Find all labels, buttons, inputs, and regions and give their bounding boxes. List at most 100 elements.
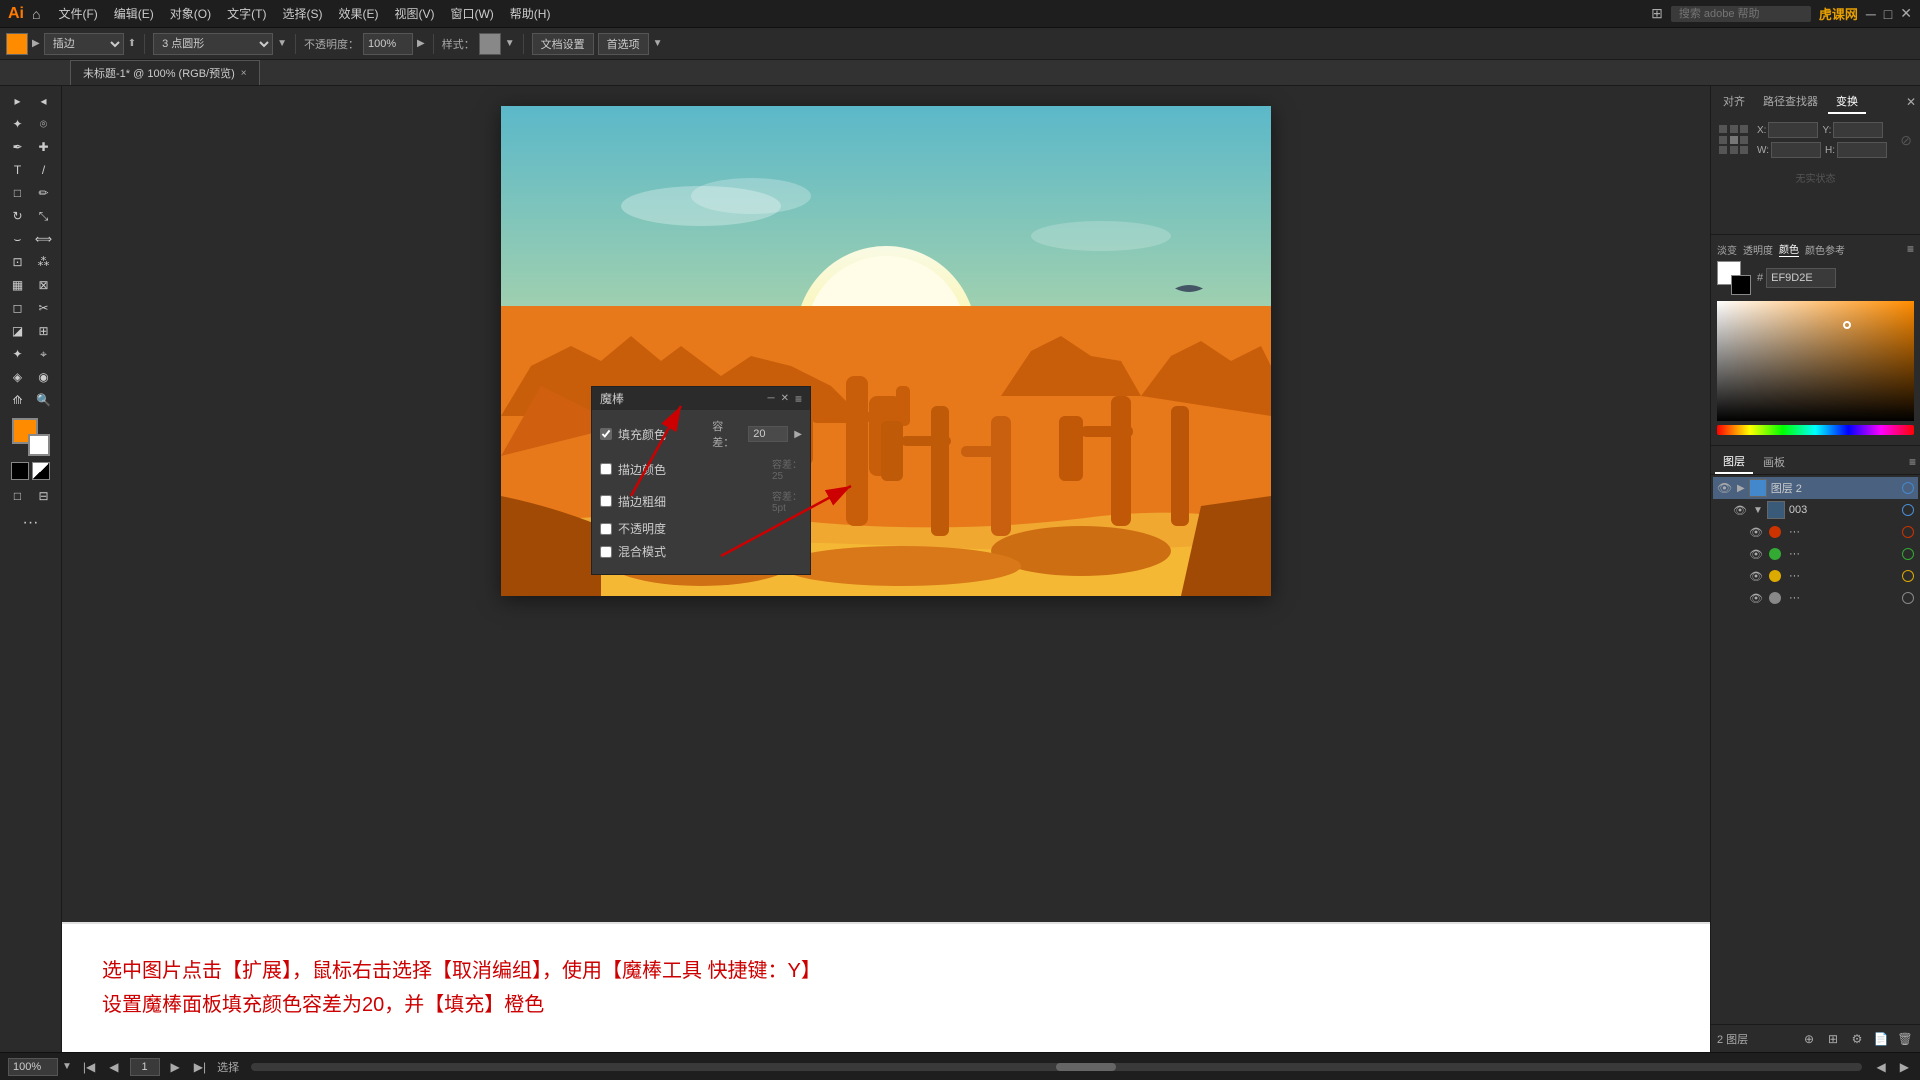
panel-close-right-icon[interactable]: ✕	[1906, 95, 1916, 109]
color-panel-menu-icon[interactable]: ≡	[1907, 242, 1914, 256]
minimize-icon[interactable]: ─	[1866, 6, 1876, 22]
layer-2-expand-icon[interactable]: ▶	[1737, 483, 1745, 494]
preferences-button[interactable]: 首选项	[598, 33, 649, 55]
tab-artboards[interactable]: 画板	[1755, 451, 1793, 473]
slice-tool[interactable]: ⊠	[31, 274, 56, 296]
panel-menu-icon[interactable]: ≡	[795, 392, 802, 406]
pen-tool[interactable]: ✒	[5, 136, 30, 158]
direct-select-tool[interactable]: ◂	[31, 90, 56, 112]
delete-layer-icon[interactable]: 🗑	[1896, 1030, 1914, 1048]
zoom-tool[interactable]: 🔍	[31, 389, 56, 411]
blend-checkbox[interactable]	[600, 546, 612, 558]
stroke-color-checkbox[interactable]	[600, 463, 612, 475]
scissors-tool[interactable]: ✂	[31, 297, 56, 319]
layer-003-eye-icon[interactable]: 👁	[1733, 504, 1749, 517]
zoom-input[interactable]	[8, 1058, 58, 1076]
menu-view[interactable]: 视图(V)	[388, 3, 440, 24]
close-icon[interactable]: ✕	[1900, 5, 1912, 22]
layers-menu-icon[interactable]: ≡	[1909, 455, 1916, 469]
background-color[interactable]	[28, 434, 50, 456]
eyedropper-tool[interactable]: ✦	[5, 343, 30, 365]
stroke-width-checkbox[interactable]	[600, 495, 612, 507]
mode-arrow[interactable]: ⬆	[128, 38, 136, 49]
menu-select[interactable]: 选择(S)	[276, 3, 328, 24]
eraser-tool[interactable]: ◻	[5, 297, 30, 319]
panel-close-button[interactable]: ✕	[781, 393, 789, 404]
color-picker-gradient[interactable]	[1717, 301, 1914, 421]
maximize-icon[interactable]: □	[1884, 6, 1892, 22]
prev-page-button[interactable]: ◀	[106, 1060, 121, 1074]
brush-arrow[interactable]: ▼	[277, 38, 287, 49]
opacity-arrow[interactable]: ▶	[417, 38, 425, 49]
perspective-tool[interactable]: ⟰	[5, 389, 30, 411]
gradient-tool[interactable]: ◪	[5, 320, 30, 342]
fill-tolerance-arrow[interactable]: ▶	[794, 429, 802, 440]
scroll-left-button[interactable]: ◀	[1874, 1060, 1889, 1074]
swap-colors-icon[interactable]	[32, 462, 50, 480]
rect-tool[interactable]: □	[5, 182, 30, 204]
hue-slider[interactable]	[1717, 425, 1914, 435]
panel-titlebar[interactable]: 魔棒 ─ ✕ ≡	[592, 387, 810, 410]
layer-2-eye-icon[interactable]: 👁	[1717, 481, 1733, 495]
symbol-spray-tool[interactable]: ⁂	[31, 251, 56, 273]
fill-tolerance-input[interactable]	[748, 426, 788, 442]
menu-help[interactable]: 帮助(H)	[504, 3, 557, 24]
live-paint-tool[interactable]: ◉	[31, 366, 56, 388]
menu-effect[interactable]: 效果(E)	[332, 3, 384, 24]
sublayer-yellow-eye[interactable]: 👁	[1749, 570, 1765, 583]
layer-find-icon[interactable]: ⊞	[1824, 1030, 1842, 1048]
menu-edit[interactable]: 编辑(E)	[108, 3, 160, 24]
sublayer-yellow-item[interactable]: 👁 ···	[1713, 565, 1918, 587]
tab-pathfinder[interactable]: 路径查找器	[1755, 90, 1826, 114]
tab-close-button[interactable]: ×	[241, 68, 247, 79]
warp-tool[interactable]: ⌣	[5, 228, 30, 250]
fill-color-checkbox[interactable]	[600, 428, 612, 440]
rotate-tool[interactable]: ↻	[5, 205, 30, 227]
x-input[interactable]	[1768, 122, 1818, 138]
width-tool[interactable]: ⟺	[31, 228, 56, 250]
menu-file[interactable]: 文件(F)	[52, 3, 103, 24]
y-input[interactable]	[1833, 122, 1883, 138]
artboard[interactable]: 魔棒 ─ ✕ ≡ 填充颜色 容差：	[501, 106, 1271, 596]
layer-2-item[interactable]: 👁 ▶ 图层 2	[1713, 477, 1918, 499]
color-tab-opacity[interactable]: 透明度	[1743, 242, 1773, 257]
reference-point-grid[interactable]	[1719, 125, 1749, 155]
more-tools-button[interactable]: ···	[5, 512, 57, 534]
tab-transform[interactable]: 变换	[1828, 90, 1866, 114]
sublayer-gray-item[interactable]: 👁 ···	[1713, 587, 1918, 609]
bg-swatch[interactable]	[1731, 275, 1751, 295]
sublayer-red-item[interactable]: 👁 ···	[1713, 521, 1918, 543]
line-tool[interactable]: /	[31, 159, 56, 181]
tab-layers[interactable]: 图层	[1715, 450, 1753, 474]
menu-text[interactable]: 文字(T)	[221, 3, 272, 24]
panel-collapse-button[interactable]: ─	[768, 393, 775, 404]
search-input[interactable]	[1671, 6, 1811, 22]
sublayer-red-eye[interactable]: 👁	[1749, 526, 1765, 539]
color-tab-reference[interactable]: 颜色参考	[1805, 242, 1845, 257]
color-tab-color[interactable]: 颜色	[1779, 241, 1799, 257]
mode-select[interactable]: 插边	[44, 33, 124, 55]
document-tab[interactable]: 未标题-1* @ 100% (RGB/预览) ×	[70, 60, 260, 85]
scale-tool[interactable]: ⤡	[31, 205, 56, 227]
lasso-tool[interactable]: ⌾	[31, 113, 56, 135]
fill-color-box[interactable]	[6, 33, 28, 55]
home-icon[interactable]: ⌂	[32, 6, 40, 22]
w-input[interactable]	[1771, 142, 1821, 158]
tab-align[interactable]: 对齐	[1715, 90, 1753, 114]
next-page-button[interactable]: ▶	[168, 1060, 183, 1074]
screen-mode-full[interactable]: ⊟	[31, 485, 56, 507]
screen-mode-normal[interactable]: □	[5, 485, 30, 507]
sublayer-gray-eye[interactable]: 👁	[1749, 592, 1765, 605]
layer-003-expand-icon[interactable]: ▼	[1753, 505, 1763, 516]
new-layer-icon[interactable]: 📄	[1872, 1030, 1890, 1048]
opacity-checkbox[interactable]	[600, 523, 612, 535]
color-tab-fade[interactable]: 淡变	[1717, 242, 1737, 257]
measure-tool[interactable]: ⌖	[31, 343, 56, 365]
menu-window[interactable]: 窗口(W)	[444, 3, 499, 24]
text-tool[interactable]: T	[5, 159, 30, 181]
first-page-button[interactable]: |◀	[80, 1060, 98, 1074]
page-input[interactable]	[130, 1058, 160, 1076]
menu-object[interactable]: 对象(O)	[164, 3, 217, 24]
anchor-tool[interactable]: ✚	[31, 136, 56, 158]
zoom-arrow[interactable]: ▼	[62, 1061, 72, 1072]
